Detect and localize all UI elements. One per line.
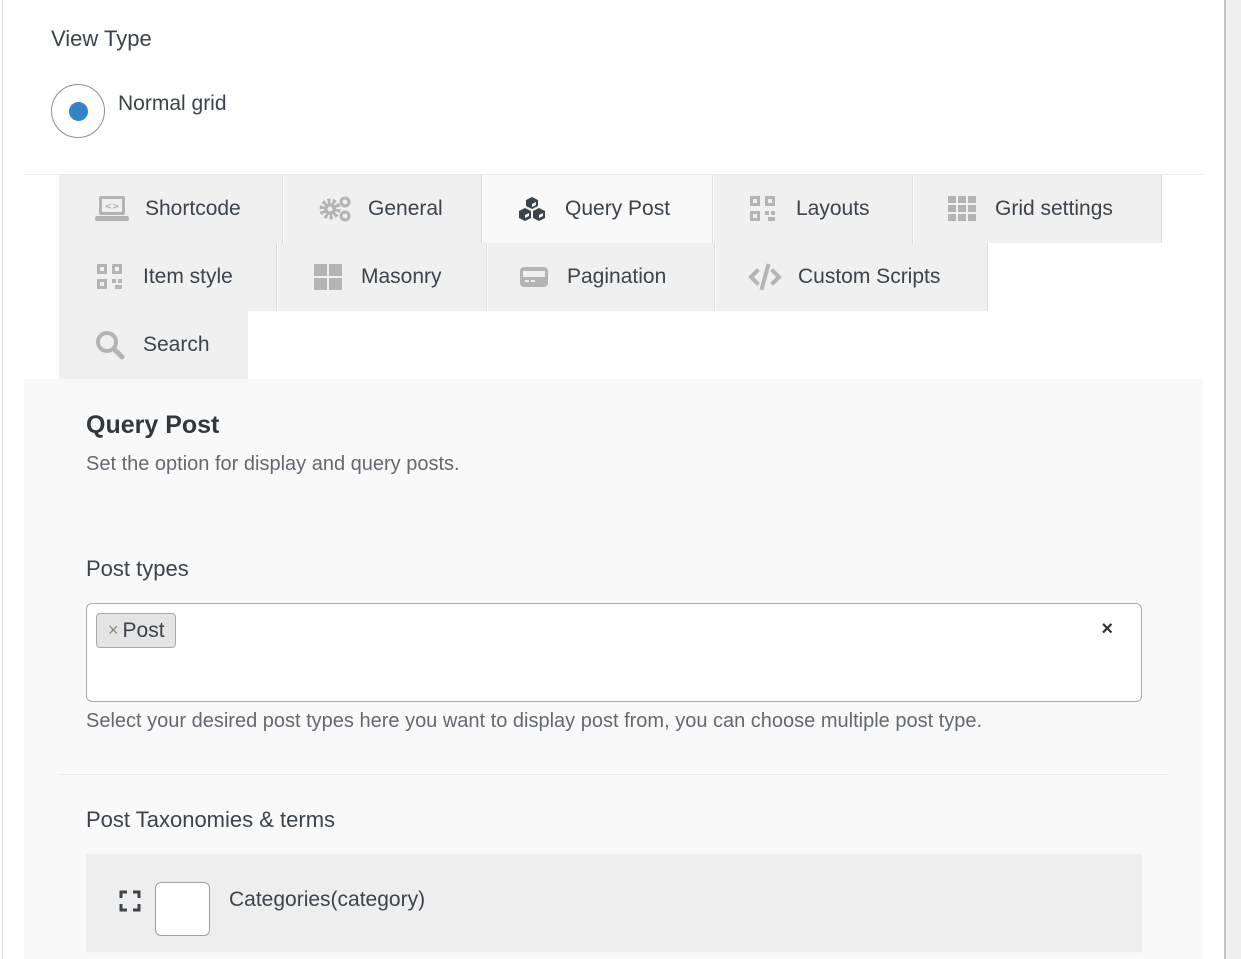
- th-large-icon: [310, 262, 346, 292]
- panel-title: Query Post: [86, 411, 220, 439]
- search-icon: [92, 330, 128, 360]
- normal-grid-label: Normal grid: [118, 92, 227, 115]
- tab-shortcode[interactable]: <> Shortcode: [59, 175, 283, 243]
- panel-description: Set the option for display and query pos…: [86, 453, 460, 475]
- query-post-panel: Query Post Set the option for display an…: [24, 379, 1203, 959]
- tab-label: Search: [143, 333, 210, 356]
- tab-item-style[interactable]: Item style: [59, 243, 277, 311]
- settings-tabs: <> Shortcode General Query Post Layouts …: [24, 174, 1203, 379]
- tab-general[interactable]: General: [284, 175, 482, 243]
- tab-label: General: [368, 197, 443, 220]
- chip-label: Post: [122, 618, 165, 642]
- taxonomy-item: Categories(category): [86, 854, 1142, 955]
- qrcode-icon: [745, 194, 781, 224]
- tab-custom-scripts[interactable]: Custom Scripts: [716, 243, 988, 311]
- svg-text:<>: <>: [104, 202, 119, 212]
- qrcode-icon: [92, 262, 128, 292]
- code-icon: [747, 262, 783, 292]
- pager-icon: [516, 262, 552, 292]
- tab-label: Layouts: [796, 197, 870, 220]
- tab-label: Custom Scripts: [798, 265, 941, 288]
- tab-label: Masonry: [361, 265, 442, 288]
- post-types-help: Select your desired post types here you …: [86, 710, 983, 732]
- tab-grid-settings[interactable]: Grid settings: [914, 175, 1162, 243]
- tab-pagination[interactable]: Pagination: [488, 243, 715, 311]
- tab-label: Grid settings: [995, 197, 1113, 220]
- taxonomy-label: Categories(category): [229, 888, 426, 911]
- normal-grid-radio[interactable]: [51, 84, 105, 138]
- cubes-icon: [514, 194, 550, 224]
- th-grid-icon: [944, 194, 980, 224]
- tab-query-post[interactable]: Query Post: [483, 175, 713, 243]
- tab-label: Pagination: [567, 265, 667, 288]
- categories-checkbox[interactable]: [155, 882, 210, 936]
- radio-selected-dot: [69, 102, 88, 121]
- view-type-label: View Type: [51, 26, 152, 51]
- view-type-normal-grid-option[interactable]: Normal grid: [51, 84, 227, 138]
- selected-post-type-chip: × Post: [96, 613, 176, 648]
- post-types-label: Post types: [86, 556, 189, 581]
- tab-label: Shortcode: [145, 197, 241, 220]
- tab-masonry[interactable]: Masonry: [278, 243, 487, 311]
- tab-label: Query Post: [565, 197, 671, 220]
- gears-icon: [317, 194, 353, 224]
- expand-drag-icon[interactable]: [119, 890, 141, 912]
- right-sidebar-edge: [1224, 0, 1241, 959]
- laptop-code-icon: <>: [94, 194, 130, 224]
- post-types-select[interactable]: × Post ×: [86, 603, 1142, 702]
- left-border: [0, 0, 3, 959]
- taxonomies-label: Post Taxonomies & terms: [86, 807, 336, 832]
- tab-layouts[interactable]: Layouts: [714, 175, 913, 243]
- section-divider: [59, 774, 1169, 775]
- remove-chip-icon[interactable]: ×: [108, 620, 119, 641]
- tab-label: Item style: [143, 265, 233, 288]
- clear-selection-icon[interactable]: ×: [1101, 618, 1113, 641]
- tab-search[interactable]: Search: [59, 311, 248, 379]
